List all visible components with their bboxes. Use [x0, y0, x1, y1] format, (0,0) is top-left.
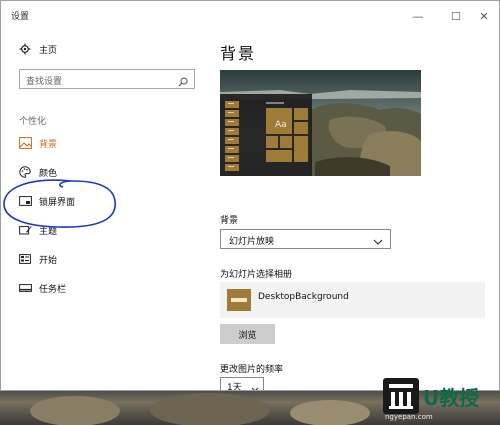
watermark: U教授 ngyepan.com — [383, 378, 500, 425]
sidebar-item-home[interactable]: 主页 — [1, 35, 206, 63]
lock-screen-icon — [18, 194, 32, 208]
minimize-button[interactable]: — — [403, 1, 433, 31]
sidebar-item-themes[interactable]: 主题 — [1, 216, 206, 244]
frequency-label: 更改图片的频率 — [220, 365, 284, 375]
sidebar-item-label: 主题 — [39, 226, 58, 237]
window-title: 设置 — [11, 12, 30, 22]
background-preview: Aa — [220, 70, 421, 176]
search-icon — [177, 73, 189, 87]
album-name: DesktopBackground — [258, 292, 349, 302]
album-item[interactable]: DesktopBackground — [220, 282, 485, 318]
browse-button[interactable]: 浏览 — [220, 324, 275, 344]
taskbar-icon — [18, 281, 32, 295]
chevron-down-icon — [372, 233, 384, 245]
sidebar: 主页 查找设置 个性化 背景 颜色 锁屏界面 主题 开始 任务栏 — [1, 31, 206, 390]
settings-window: 设置 — ☐ ✕ 主页 查找设置 个性化 背景 颜色 锁屏界面 主题 开始 任务… — [0, 0, 500, 391]
palette-icon — [18, 165, 32, 179]
preview-tile-text: Aa — [275, 120, 287, 130]
sidebar-item-label: 任务栏 — [39, 284, 67, 295]
search-placeholder: 查找设置 — [26, 77, 63, 87]
home-label: 主页 — [39, 45, 58, 56]
sidebar-item-label: 颜色 — [39, 168, 58, 179]
sidebar-item-lock-screen[interactable]: 锁屏界面 — [1, 187, 206, 215]
frequency-dropdown[interactable]: 1天 — [220, 377, 264, 391]
background-dropdown-value: 幻灯片放映 — [229, 237, 275, 247]
theme-icon — [18, 223, 32, 237]
sidebar-item-label: 锁屏界面 — [39, 197, 76, 208]
frequency-dropdown-value: 1天 — [227, 383, 242, 391]
start-icon — [18, 252, 32, 266]
page-title: 背景 — [220, 44, 257, 63]
section-label-personalization: 个性化 — [19, 117, 47, 127]
watermark-logo-icon — [383, 378, 419, 414]
close-button[interactable]: ✕ — [469, 1, 499, 31]
sidebar-item-taskbar[interactable]: 任务栏 — [1, 274, 206, 302]
folder-icon — [227, 289, 251, 311]
sidebar-item-start[interactable]: 开始 — [1, 245, 206, 273]
sidebar-item-background[interactable]: 背景 — [1, 129, 206, 157]
background-label: 背景 — [220, 216, 239, 226]
gear-icon — [18, 42, 32, 56]
image-icon — [18, 136, 32, 150]
sidebar-item-colors[interactable]: 颜色 — [1, 158, 206, 186]
chevron-down-icon — [250, 380, 260, 390]
main-content: 背景 Aa 背景 幻灯片放映 为幻灯片选择相册 DesktopBackgroun… — [206, 31, 499, 391]
watermark-url: ngyepan.com — [385, 413, 433, 421]
sidebar-item-label: 开始 — [39, 255, 58, 266]
search-input[interactable]: 查找设置 — [19, 69, 195, 89]
background-dropdown[interactable]: 幻灯片放映 — [220, 229, 391, 249]
album-label: 为幻灯片选择相册 — [220, 270, 293, 280]
maximize-button[interactable]: ☐ — [441, 1, 471, 31]
sidebar-item-label: 背景 — [39, 139, 58, 150]
watermark-text: U教授 — [423, 386, 480, 410]
title-bar: 设置 — ☐ ✕ — [1, 1, 499, 31]
